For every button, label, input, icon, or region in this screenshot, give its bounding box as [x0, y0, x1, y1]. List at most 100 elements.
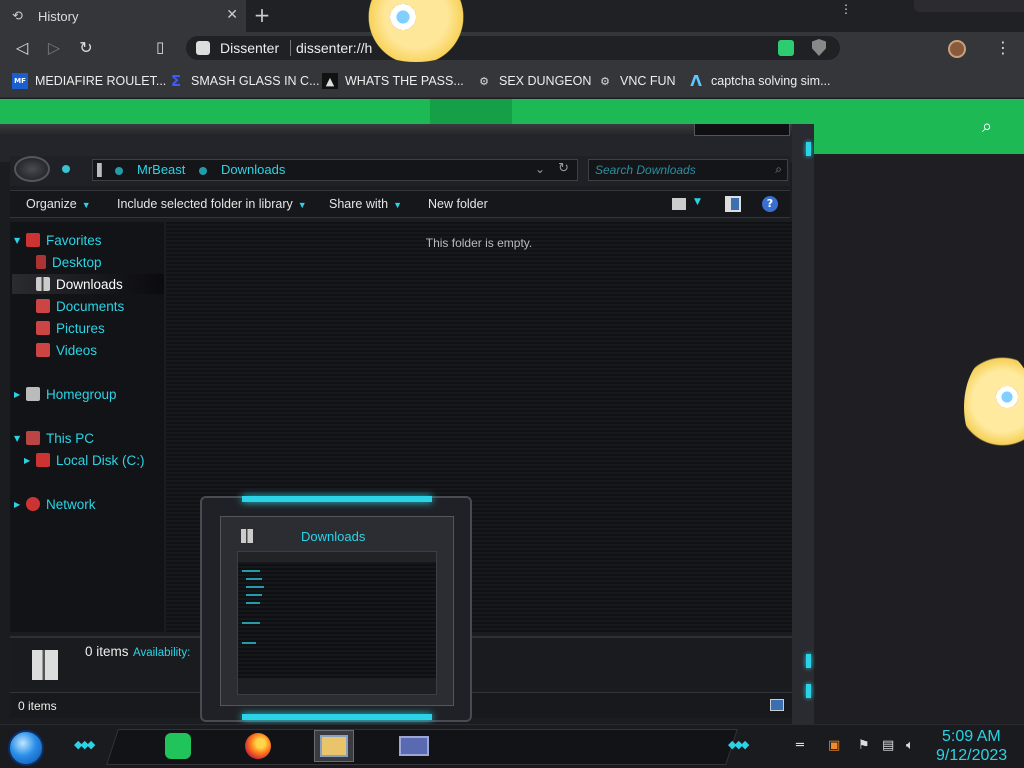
nav-videos[interactable]: Videos: [34, 340, 97, 360]
include-in-library-button[interactable]: Include selected folder in library ▼: [117, 197, 307, 211]
mini-line: [246, 578, 262, 580]
chevron-down-icon[interactable]: ▼: [694, 197, 701, 207]
forward-icon[interactable]: ▷: [44, 38, 64, 58]
mini-line: [242, 570, 260, 572]
nav-label: Local Disk (C:): [56, 452, 145, 468]
bookmark-item[interactable]: Σ SMASH GLASS IN C...: [168, 70, 320, 92]
expand-icon[interactable]: ▼: [14, 434, 24, 443]
edge-light: [806, 684, 811, 698]
bookmark-label: VNC FUN: [620, 74, 676, 88]
tab-strip: ⟲ History ✕ + ⋮: [0, 0, 1024, 32]
bookmark-label: SEX DUNGEON: [499, 74, 592, 88]
flag-icon[interactable]: ⚑: [858, 738, 870, 753]
details-view-icon[interactable]: [770, 699, 784, 711]
change-view-icon[interactable]: [672, 198, 686, 210]
new-tab-button[interactable]: +: [250, 4, 274, 28]
nav-network[interactable]: ▶ Network: [14, 494, 96, 514]
nav-label: Favorites: [46, 232, 102, 248]
chevron-down-icon: ▼: [81, 200, 91, 210]
crumb-separator: [199, 167, 207, 175]
search-icon[interactable]: ⌕: [775, 162, 782, 177]
taskbar-firefox[interactable]: [238, 730, 278, 762]
expand-icon[interactable]: ▼: [14, 236, 24, 245]
close-tab-icon[interactable]: ✕: [226, 7, 238, 23]
details-item-count: 0 items: [85, 644, 129, 659]
cartoon-eye: [390, 4, 416, 30]
forward-icon[interactable]: [62, 165, 70, 173]
chevron-down-icon: ▼: [297, 200, 307, 210]
bookmark-item[interactable]: ⚙ SEX DUNGEON: [476, 70, 591, 92]
expand-icon[interactable]: ▶: [24, 456, 34, 465]
nav-label: Pictures: [56, 320, 105, 336]
clock-time[interactable]: 5:09 AM: [942, 728, 1001, 746]
desktop-icon: [36, 255, 46, 269]
bookmark-item[interactable]: ▲ WHATS THE PASS...: [322, 70, 464, 92]
volume-icon[interactable]: 🔈︎: [906, 738, 914, 753]
back-icon[interactable]: ◁: [12, 38, 32, 58]
network-icon[interactable]: ▤: [882, 738, 894, 753]
window-edge: [792, 124, 814, 724]
chevron-down-icon[interactable]: ⌄: [535, 162, 545, 176]
share-with-button[interactable]: Share with ▼: [329, 197, 402, 211]
include-label: Include selected folder in library: [117, 197, 293, 211]
taskbar-dissenter[interactable]: [158, 730, 198, 762]
thumbnail-title: Downloads: [301, 529, 366, 544]
profile-avatar[interactable]: [948, 40, 966, 58]
search-icon[interactable]: ⌕: [982, 116, 992, 137]
expand-icon[interactable]: ▶: [14, 390, 24, 399]
cartoon-eye: [996, 386, 1018, 408]
window-controls[interactable]: [914, 0, 1024, 12]
nav-favorites[interactable]: ▼ Favorites: [14, 230, 102, 250]
tray-app-icon[interactable]: ▣: [828, 738, 840, 753]
glow-accent: [242, 496, 432, 502]
nav-label: This PC: [46, 430, 95, 446]
navigation-pane: ▼ Favorites Desktop Downloads Documents …: [10, 222, 164, 632]
reload-icon[interactable]: ↻: [76, 38, 96, 58]
nav-desktop[interactable]: Desktop: [34, 252, 102, 272]
back-orb-icon[interactable]: [14, 156, 50, 182]
shield-icon[interactable]: [812, 39, 826, 56]
status-item-count: 0 items: [18, 699, 57, 713]
nav-local-disk[interactable]: ▶ Local Disk (C:): [24, 450, 145, 470]
nav-pictures[interactable]: Pictures: [34, 318, 105, 338]
address-bar[interactable]: Dissenter dissenter://h: [186, 36, 840, 60]
nav-label: Documents: [56, 298, 125, 314]
explorer-address-bar[interactable]: MrBeast Downloads ⌄ ↻: [92, 159, 578, 181]
nav-documents[interactable]: Documents: [34, 296, 124, 316]
site-name: Dissenter: [220, 40, 280, 56]
robot-icon: ⚙: [600, 74, 610, 88]
organize-button[interactable]: Organize ▼: [26, 197, 91, 211]
new-folder-button[interactable]: New folder: [428, 197, 488, 211]
help-icon[interactable]: ?: [762, 196, 778, 212]
nav-homegroup[interactable]: ▶ Homegroup: [14, 384, 117, 404]
nav-this-pc[interactable]: ▼ This PC: [14, 428, 94, 448]
downloads-icon: [241, 529, 253, 543]
dissenter-extension-icon[interactable]: [778, 40, 794, 56]
nav-label: Downloads: [56, 276, 123, 292]
expand-icon[interactable]: ▶: [14, 500, 24, 509]
start-button[interactable]: [8, 730, 44, 766]
crumb-separator: [115, 167, 123, 175]
chevrons-icon: ◆◆◆: [74, 738, 95, 751]
menu-icon[interactable]: ⋮: [995, 38, 1011, 57]
bookmark-icon[interactable]: ▯: [156, 38, 164, 56]
chevron-down-icon: ▼: [393, 200, 402, 210]
site-info-icon[interactable]: [196, 41, 210, 55]
show-hidden-icons[interactable]: ═: [796, 738, 804, 753]
mini-line: [242, 622, 260, 624]
nav-downloads[interactable]: Downloads: [12, 274, 164, 294]
breadcrumb-downloads[interactable]: Downloads: [221, 162, 285, 177]
taskbar-file-explorer[interactable]: [314, 730, 354, 762]
search-input[interactable]: Search Downloads ⌕: [588, 159, 788, 181]
bookmark-item[interactable]: ⚙ VNC FUN: [597, 70, 676, 92]
clock-date[interactable]: 9/12/2023: [936, 747, 1007, 765]
refresh-icon[interactable]: ↻: [558, 161, 569, 176]
preview-pane-icon[interactable]: [725, 196, 741, 212]
tab-history[interactable]: ⟲ History ✕: [0, 0, 246, 32]
breadcrumb-mrbeast[interactable]: MrBeast: [137, 162, 185, 177]
bookmark-item[interactable]: Λ captcha solving sim...: [688, 70, 830, 92]
bookmark-item[interactable]: MF MEDIAFIRE ROULET...: [12, 70, 166, 92]
taskbar-window[interactable]: [394, 730, 434, 762]
availability-label: Availability:: [133, 647, 191, 659]
taskbar-thumbnail-preview[interactable]: Downloads: [200, 496, 472, 722]
